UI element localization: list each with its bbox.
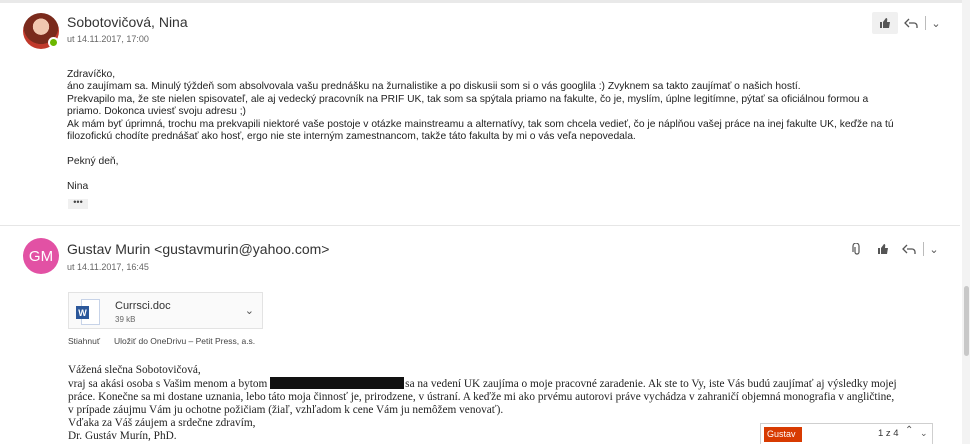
attachment-card[interactable]: W Currsci.doc 39 kB ⌄ — [68, 292, 263, 329]
save-to-onedrive-link[interactable]: Uložiť do OneDrivu – Petit Press, a.s. — [114, 336, 255, 346]
avatar-gm[interactable]: GM — [23, 238, 59, 274]
word-document-icon: W — [76, 299, 100, 325]
scrollbar[interactable] — [962, 0, 970, 444]
message-body: Zdravíčko, áno zaujímam sa. Minulý týžde… — [67, 69, 894, 193]
body-line: Ak mám byť úprimná, trochu ma prekvapili… — [67, 118, 894, 130]
presence-online-icon — [48, 37, 59, 48]
attachment-name: Currsci.doc — [115, 300, 171, 312]
body-fragment: vraj sa akási osoba s Vašim menom a byto… — [68, 377, 268, 390]
attachment-size: 39 kB — [115, 315, 136, 324]
chat-count: 1 z 4 — [878, 428, 899, 439]
message-date: ut 14.11.2017, 16:45 — [67, 262, 149, 272]
download-link[interactable]: Stiahnuť — [68, 336, 100, 346]
body-line: áno zaujímam sa. Minulý týždeň som absol… — [67, 81, 801, 93]
message-actions: ⌄ — [872, 12, 945, 34]
paperclip-icon — [844, 238, 870, 260]
attachment-links: Stiahnuť Uložiť do OneDrivu – Petit Pres… — [68, 336, 255, 346]
scrollbar-thumb[interactable] — [964, 286, 969, 356]
message-divider — [0, 225, 960, 226]
body-spacer — [67, 168, 894, 180]
reply-all-icon[interactable] — [896, 238, 922, 260]
body-line: Prekvapilo ma, že ste nielen spisovateľ,… — [67, 93, 869, 105]
body-spacer — [67, 143, 894, 155]
actions-divider — [923, 242, 924, 256]
body-line: Nina — [67, 180, 89, 192]
top-border — [0, 0, 970, 3]
chat-contact-tab[interactable]: Gustav — [764, 427, 802, 442]
body-line: Zdravíčko, — [67, 69, 116, 80]
sender-name[interactable]: Sobotovičová, Nina — [67, 14, 188, 30]
show-more-button[interactable]: ••• — [68, 198, 88, 209]
chat-bar: Gustav 1 z 4 ⌃ ⌄ — [760, 423, 933, 444]
word-badge: W — [76, 306, 89, 319]
message-actions: ⌄ — [844, 238, 943, 260]
chevron-up-icon[interactable]: ⌃ — [905, 425, 913, 436]
actions-divider — [925, 16, 926, 30]
message-date: ut 14.11.2017, 17:00 — [67, 34, 149, 44]
body-line: filozofickú chodíte prednášať ako hosť, … — [67, 131, 636, 143]
redaction-bar — [270, 376, 405, 389]
like-icon[interactable] — [872, 12, 898, 34]
like-icon[interactable] — [870, 238, 896, 260]
body-line: priamo. Dokonca uviesť svoju adresu ;) — [67, 106, 246, 118]
reply-all-icon[interactable] — [898, 12, 924, 34]
body-line: Pekný deň, — [67, 155, 119, 167]
body-fragment: sa na vedení UK zaujíma o moje pracovné … — [405, 377, 897, 390]
chevron-down-icon[interactable]: ⌄ — [925, 243, 943, 256]
body-line: vraj sa akási osoba s Vašim menom a byto… — [68, 376, 897, 391]
body-line: v prípade záujmu Vám ju ochotne požičiam… — [68, 403, 504, 416]
chevron-down-icon[interactable]: ⌄ — [245, 304, 254, 317]
body-line: práce. Konečne sa mi dostane uznania, le… — [68, 390, 895, 403]
chevron-down-icon[interactable]: ⌄ — [927, 17, 945, 30]
sender-name[interactable]: Gustav Murin <gustavmurin@yahoo.com> — [67, 241, 329, 257]
chevron-down-icon[interactable]: ⌄ — [920, 428, 928, 439]
body-line: Vážená slečna Sobotovičová, — [68, 364, 201, 376]
